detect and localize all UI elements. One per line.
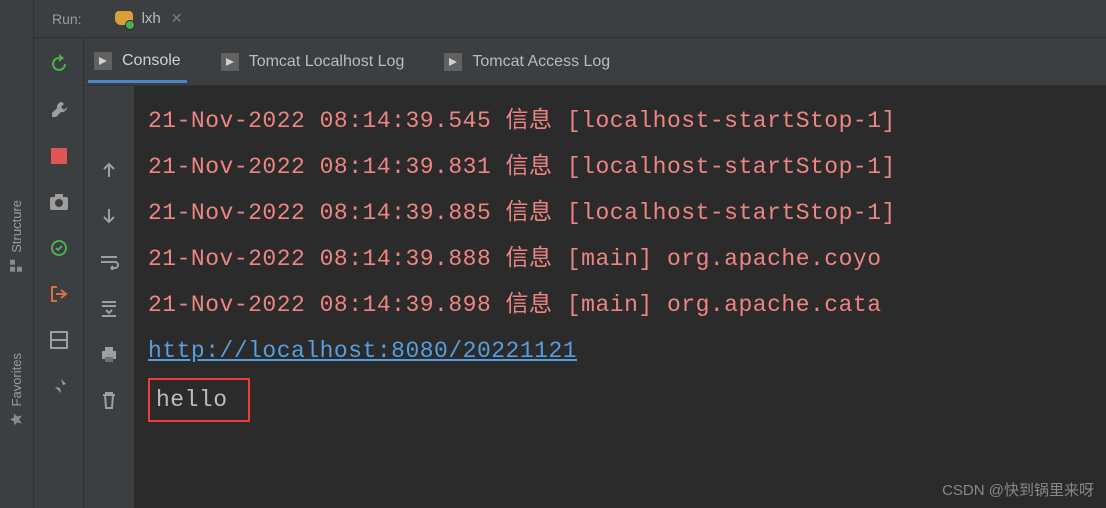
- play-icon: [444, 53, 462, 71]
- console-output[interactable]: 21-Nov-2022 08:14:39.545 信息 [localhost-s…: [134, 86, 1106, 508]
- run-top-bar: Run: lxh ✕: [34, 0, 1106, 38]
- run-config-tab[interactable]: lxh ✕: [106, 5, 191, 33]
- pin-icon[interactable]: [47, 374, 71, 398]
- favorites-tool-button[interactable]: Favorites: [9, 353, 24, 426]
- arrow-up-icon[interactable]: [97, 158, 121, 182]
- favorites-label: Favorites: [9, 353, 24, 406]
- tab-tomcat-localhost-log[interactable]: Tomcat Localhost Log: [215, 43, 411, 81]
- tomcat-icon: [114, 9, 134, 29]
- run-label: Run:: [52, 11, 82, 27]
- tab-tomcat-access-log[interactable]: Tomcat Access Log: [438, 43, 616, 81]
- highlighted-output: hello: [148, 378, 250, 422]
- play-icon: [94, 52, 112, 70]
- debug-update-icon[interactable]: [47, 236, 71, 260]
- tab-label: Tomcat Localhost Log: [249, 53, 405, 71]
- log-line: hello: [156, 387, 228, 413]
- soft-wrap-icon[interactable]: [97, 250, 121, 274]
- log-link[interactable]: http://localhost:8080/20221121: [148, 338, 577, 364]
- exit-icon[interactable]: [47, 282, 71, 306]
- structure-tool-button[interactable]: Structure: [9, 200, 24, 273]
- scroll-to-end-icon[interactable]: [97, 296, 121, 320]
- run-tool-window: Run: lxh ✕: [34, 0, 1106, 508]
- layout-icon[interactable]: [47, 328, 71, 352]
- play-icon: [221, 53, 239, 71]
- ide-left-sidebar: Structure Favorites: [0, 0, 34, 508]
- tab-label: Tomcat Access Log: [472, 53, 610, 71]
- trash-icon[interactable]: [97, 388, 121, 412]
- log-line: 21-Nov-2022 08:14:39.831 信息 [localhost-s…: [148, 154, 896, 180]
- watermark: CSDN @快到锅里来呀: [942, 479, 1094, 500]
- rerun-button[interactable]: [47, 52, 71, 76]
- stop-button[interactable]: [47, 144, 71, 168]
- run-action-column: [34, 38, 84, 508]
- tab-console[interactable]: Console: [88, 42, 187, 83]
- console-action-column: [84, 86, 134, 508]
- close-icon[interactable]: ✕: [171, 10, 183, 27]
- log-line: 21-Nov-2022 08:14:39.898 信息 [main] org.a…: [148, 292, 882, 318]
- tab-label: Console: [122, 52, 181, 70]
- wrench-icon[interactable]: [47, 98, 71, 122]
- print-icon[interactable]: [97, 342, 121, 366]
- log-line: 21-Nov-2022 08:14:39.888 信息 [main] org.a…: [148, 246, 882, 272]
- camera-icon[interactable]: [47, 190, 71, 214]
- console-panel: Console Tomcat Localhost Log Tomcat Acce…: [84, 38, 1106, 508]
- arrow-down-icon[interactable]: [97, 204, 121, 228]
- console-tab-row: Console Tomcat Localhost Log Tomcat Acce…: [84, 38, 1106, 86]
- structure-label: Structure: [9, 200, 24, 253]
- log-line: 21-Nov-2022 08:14:39.885 信息 [localhost-s…: [148, 200, 896, 226]
- run-config-name: lxh: [142, 10, 161, 27]
- log-line: 21-Nov-2022 08:14:39.545 信息 [localhost-s…: [148, 108, 896, 134]
